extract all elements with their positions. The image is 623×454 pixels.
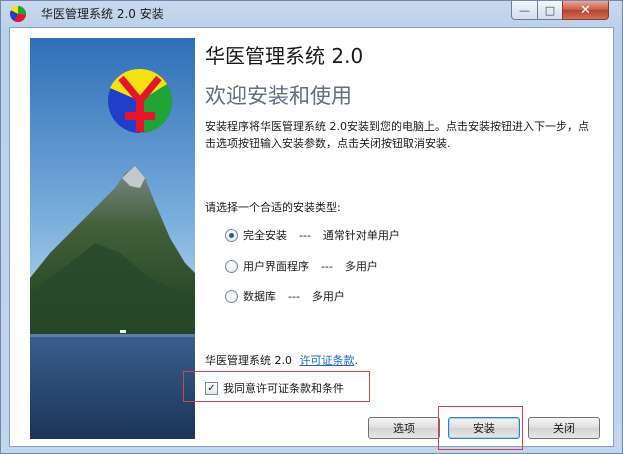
license-line: 华医管理系统 2.0 许可证条款. <box>205 352 358 368</box>
option-separator: --- <box>321 259 333 273</box>
radio-button-checked[interactable] <box>225 228 238 242</box>
radio-note: 通常针对单用户 <box>322 229 400 242</box>
close-button[interactable]: 关闭 <box>528 417 600 439</box>
window-title: 华医管理系统 2.0 安装 <box>41 7 164 21</box>
agree-license-checkbox[interactable]: ✓ 我同意许可证条款和条件 <box>205 380 344 396</box>
app-logo-icon <box>10 5 26 23</box>
maximize-button[interactable]: □ <box>537 1 563 20</box>
welcome-subtitle: 欢迎安装和使用 <box>205 84 352 108</box>
checkbox-checked-icon[interactable]: ✓ <box>205 381 218 395</box>
agree-label: 我同意许可证条款和条件 <box>223 382 344 395</box>
installer-window: 华医管理系统 2.0 安装 — □ ✕ 华医管理系统 2.0 欢迎安装和使用 安… <box>0 0 623 454</box>
radio-ui-program[interactable]: 用户界面程序 --- 多用户 <box>225 258 378 274</box>
radio-full-install[interactable]: 完全安装 --- 通常针对单用户 <box>225 227 400 243</box>
radio-label: 用户界面程序 <box>243 260 309 273</box>
radio-label: 数据库 <box>243 290 276 303</box>
product-logo-icon <box>108 68 172 133</box>
radio-note: 多用户 <box>311 290 345 303</box>
product-title: 华医管理系统 2.0 <box>205 44 364 68</box>
instructions-text: 安装程序将华医管理系统 2.0安装到您的电脑上。点击安装按钮进入下一步，点击选项… <box>205 120 589 150</box>
license-suffix: . <box>354 354 359 367</box>
title-bar[interactable]: 华医管理系统 2.0 安装 — □ ✕ <box>1 1 622 27</box>
license-product: 华医管理系统 2.0 <box>205 354 292 367</box>
install-type-prompt: 请选择一个合适的安装类型: <box>205 201 341 214</box>
radio-database[interactable]: 数据库 --- 多用户 <box>225 288 345 304</box>
option-separator: --- <box>288 289 300 303</box>
radio-note: 多用户 <box>344 260 378 273</box>
option-separator: --- <box>299 228 311 242</box>
options-button[interactable]: 选项 <box>368 417 440 439</box>
license-terms-link[interactable]: 许可证条款 <box>300 354 355 367</box>
install-button[interactable]: 安装 <box>448 417 520 439</box>
minimize-button[interactable]: — <box>511 1 538 20</box>
installer-panel: 华医管理系统 2.0 欢迎安装和使用 安装程序将华医管理系统 2.0安装到您的电… <box>9 27 614 450</box>
radio-label: 完全安装 <box>243 229 287 242</box>
radio-button[interactable] <box>225 289 238 303</box>
close-window-button[interactable]: ✕ <box>562 1 609 20</box>
radio-button[interactable] <box>225 259 238 273</box>
